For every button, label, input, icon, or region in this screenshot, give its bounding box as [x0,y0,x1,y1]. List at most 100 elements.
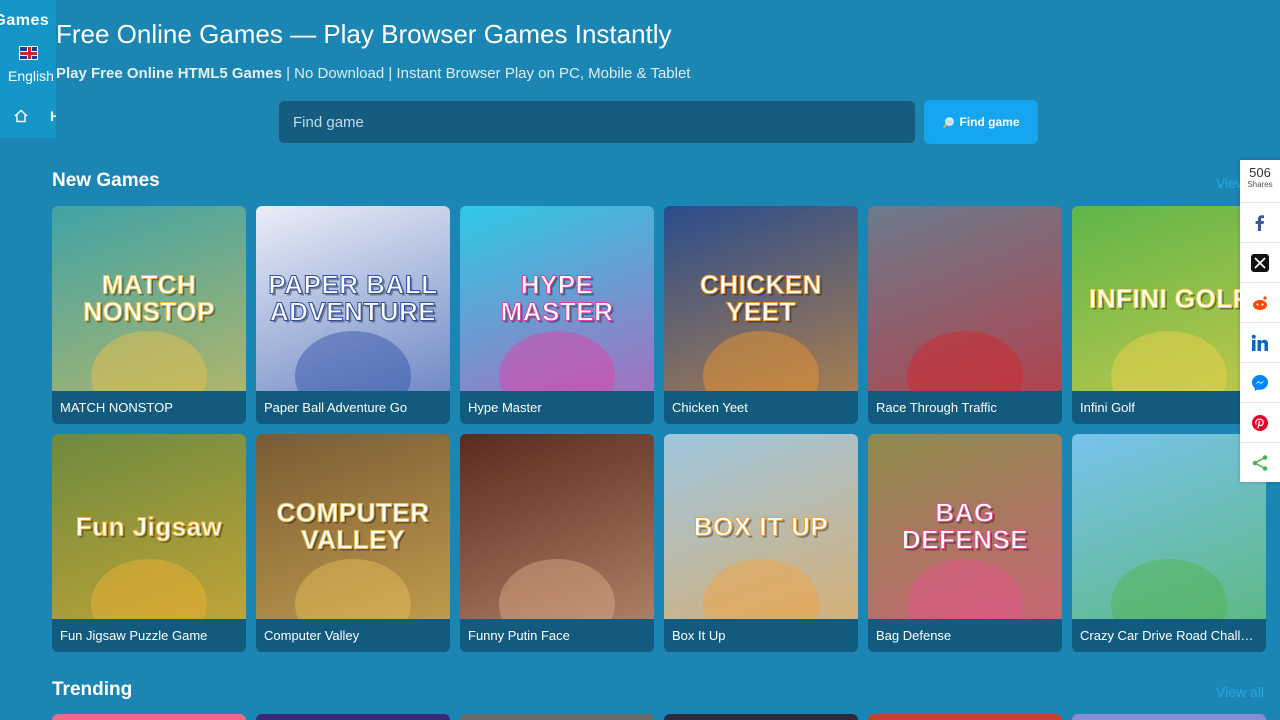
game-title[interactable]: Chicken Yeet [664,391,858,424]
game-logo-text: Fun Jigsaw [75,510,223,541]
game-card[interactable]: BAG DEFENSE Bag Defense [868,434,1062,652]
thumbnail-art [90,331,208,391]
share-more-button[interactable] [1240,442,1280,482]
new-games-grid-row-1: MATCH NONSTOP MATCH NONSTOP PAPER BALL ADV… [52,206,1266,424]
trending-card-peek[interactable] [256,714,450,720]
share-x-button[interactable] [1240,242,1280,282]
game-thumbnail[interactable]: INFINI GOLF [1072,206,1266,391]
game-thumbnail[interactable]: BOX IT UP [664,434,858,619]
game-thumbnail[interactable] [868,206,1062,391]
game-card[interactable]: COMPUTER VALLEY Computer Valley [256,434,450,652]
game-title[interactable]: Race Through Traffic [868,391,1062,424]
thumbnail-art [906,331,1024,391]
trending-grid [52,714,1266,720]
thumbnail-art [294,559,412,619]
game-card[interactable]: BOX IT UP Box It Up [664,434,858,652]
linkedin-icon [1251,334,1268,351]
home-icon[interactable] [13,108,29,124]
game-thumbnail[interactable] [460,434,654,619]
game-card[interactable]: CHICKEN YEET Chicken Yeet [664,206,858,424]
game-card[interactable]: MATCH NONSTOP MATCH NONSTOP [52,206,246,424]
game-card[interactable]: Funny Putin Face [460,434,654,652]
share-icon [1252,454,1268,471]
game-title-text: Hype Master [468,400,542,415]
find-game-label: Find game [959,115,1020,129]
game-thumbnail[interactable]: HYPE MASTER [460,206,654,391]
uk-flag-icon[interactable] [19,46,38,60]
trending-card-peek[interactable] [52,714,246,720]
game-title[interactable]: Paper Ball Adventure Go [256,391,450,424]
trending-card-peek[interactable] [664,714,858,720]
trending-title: Trending [52,679,133,700]
game-title[interactable]: Crazy Car Drive Road Challenge [1072,619,1266,652]
game-card[interactable]: HYPE MASTER Hype Master [460,206,654,424]
thumbnail-art [1110,559,1228,619]
trending-card-peek[interactable] [460,714,654,720]
new-games-title: New Games [52,170,160,191]
game-card[interactable]: INFINI GOLF Infini Golf [1072,206,1266,424]
game-logo-text: COMPUTER VALLEY [276,497,430,555]
thumbnail-art [702,559,820,619]
brand-logo-text[interactable]: yGames [0,12,49,30]
thumbnail-art [702,331,820,391]
trending-card-peek[interactable] [868,714,1062,720]
game-title-text: Funny Putin Face [468,628,570,643]
game-card[interactable]: Race Through Traffic [868,206,1062,424]
reddit-icon [1253,295,1267,310]
language-selector[interactable]: English [8,68,54,84]
game-title-text: Chicken Yeet [672,400,748,415]
share-count-label: Shares [1247,180,1273,189]
game-title[interactable]: Fun Jigsaw Puzzle Game [52,619,246,652]
game-logo-text: CHICKEN YEET [700,269,822,327]
share-reddit-button[interactable] [1240,282,1280,322]
home-label[interactable]: H [50,108,56,124]
game-logo-text: PAPER BALL ADVENTURE [268,269,438,327]
game-thumbnail[interactable]: Fun Jigsaw [52,434,246,619]
game-title[interactable]: Hype Master [460,391,654,424]
pinterest-icon [1252,414,1268,431]
share-linkedin-button[interactable] [1240,322,1280,362]
share-facebook-button[interactable] [1240,202,1280,242]
find-game-button[interactable]: Find game [924,100,1038,144]
share-messenger-button[interactable] [1240,362,1280,402]
game-title-text: Box It Up [672,628,726,643]
trending-card-peek[interactable] [1072,714,1266,720]
game-thumbnail[interactable]: CHICKEN YEET [664,206,858,391]
game-title-text: MATCH NONSTOP [60,400,173,415]
thumbnail-art [294,331,412,391]
share-pinterest-button[interactable] [1240,402,1280,442]
game-thumbnail[interactable] [1072,434,1266,619]
game-title[interactable]: Infini Golf [1072,391,1266,424]
game-card[interactable]: PAPER BALL ADVENTURE Paper Ball Adventure… [256,206,450,424]
messenger-icon [1252,374,1268,391]
game-card[interactable]: Crazy Car Drive Road Challenge [1072,434,1266,652]
thumbnail-art [90,559,208,619]
game-title-text: Paper Ball Adventure Go [264,400,408,415]
page-title: Free Online Games — Play Browser Games I… [56,19,672,49]
thumbnail-art [498,559,616,619]
game-title-text: Bag Defense [876,628,952,643]
game-title[interactable]: Funny Putin Face [460,619,654,652]
game-thumbnail[interactable]: PAPER BALL ADVENTURE [256,206,450,391]
trending-view-all-link[interactable]: View all [1216,684,1264,700]
game-thumbnail[interactable]: BAG DEFENSE [868,434,1062,619]
game-title-text: Crazy Car Drive Road Challenge [1080,628,1258,643]
x-icon [1251,253,1269,272]
game-title[interactable]: Bag Defense [868,619,1062,652]
game-logo-text: BOX IT UP [693,510,829,541]
share-count: 506 Shares [1240,160,1280,202]
new-games-grid-row-2: Fun Jigsaw Fun Jigsaw Puzzle Game COMPUTER… [52,434,1266,652]
game-thumbnail[interactable]: COMPUTER VALLEY [256,434,450,619]
search-input[interactable] [278,100,916,144]
game-logo-text: MATCH NONSTOP [83,269,215,327]
game-thumbnail[interactable]: MATCH NONSTOP [52,206,246,391]
subtitle-rest: | No Download | Instant Browser Play on … [281,65,691,82]
game-title[interactable]: MATCH NONSTOP [52,391,246,424]
game-title-text: Race Through Traffic [876,400,997,415]
game-title-text: Computer Valley [264,628,360,643]
thumbnail-art [906,559,1024,619]
game-card[interactable]: Fun Jigsaw Fun Jigsaw Puzzle Game [52,434,246,652]
game-title[interactable]: Computer Valley [256,619,450,652]
game-logo-text: INFINI GOLF [1088,282,1250,313]
game-title[interactable]: Box It Up [664,619,858,652]
